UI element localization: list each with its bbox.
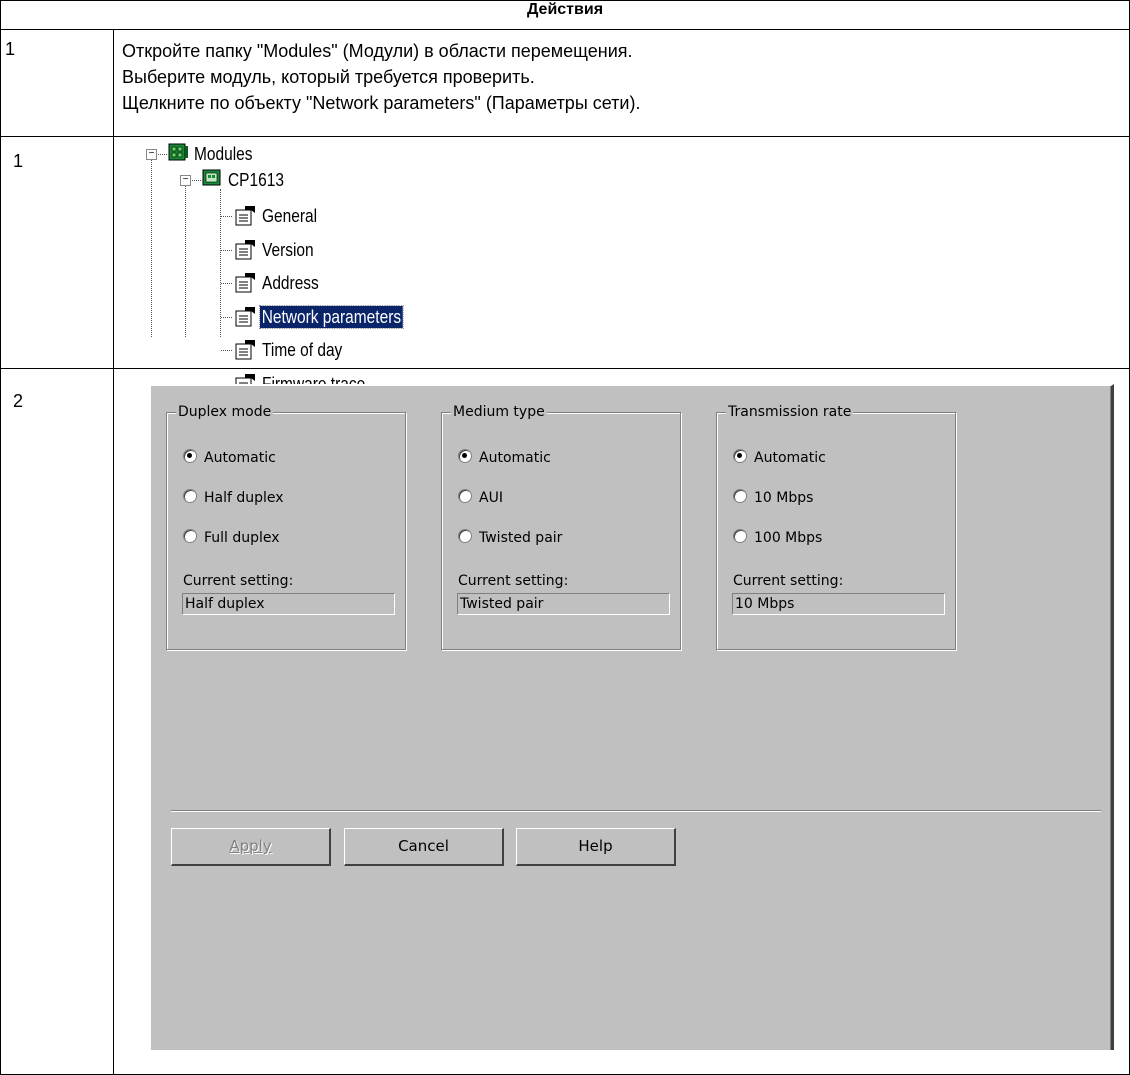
instruction-line: Щелкните по объекту "Network parameters"… (122, 93, 641, 113)
transmission-rate-group: Transmission rate Automatic 10 Mbps 100 … (716, 404, 956, 650)
modules-folder-icon (167, 141, 189, 163)
actions-table: Действия 1 Откройте папку "Modules" (Мод… (0, 0, 1130, 1075)
current-setting-label: Current setting: (733, 573, 844, 589)
radio-selected-icon (733, 449, 747, 463)
instruction-line: Откройте папку "Modules" (Модули) в обла… (122, 41, 633, 61)
radio-100-mbps[interactable]: 100 Mbps (733, 529, 822, 547)
tree-node-time-of-day[interactable]: Time of day (262, 339, 342, 361)
cancel-button[interactable]: Cancel (344, 828, 504, 866)
radio-rate-automatic[interactable]: Automatic (733, 449, 826, 467)
tree-node-version[interactable]: Version (262, 239, 314, 261)
step-instructions: Откройте папку "Modules" (Модули) в обла… (113, 29, 1130, 137)
tree-node-address[interactable]: Address (262, 272, 319, 294)
radio-selected-icon (458, 449, 472, 463)
current-setting-field: 10 Mbps (732, 593, 945, 615)
radio-aui[interactable]: AUI (458, 489, 503, 507)
radio-icon (733, 529, 747, 543)
collapse-toggle[interactable]: − (146, 149, 157, 160)
dialog-screenshot-cell: Duplex mode Automatic Half duplex Full d… (113, 368, 1130, 1075)
radio-duplex-automatic[interactable]: Automatic (183, 449, 276, 467)
group-title: Medium type (451, 404, 547, 420)
step-number: 1 (0, 136, 114, 369)
properties-icon (234, 239, 256, 261)
tree-screenshot-cell: − Modules − CP1613 General Version Addre… (113, 136, 1130, 394)
radio-icon (458, 529, 472, 543)
radio-twisted-pair[interactable]: Twisted pair (458, 529, 562, 547)
help-button[interactable]: Help (516, 828, 676, 866)
tree-node-general[interactable]: General (262, 205, 317, 227)
radio-10-mbps[interactable]: 10 Mbps (733, 489, 813, 507)
current-setting-label: Current setting: (458, 573, 569, 589)
current-setting-field: Half duplex (182, 593, 395, 615)
radio-icon (183, 529, 197, 543)
properties-icon (234, 339, 256, 361)
separator (171, 810, 1101, 812)
radio-full-duplex[interactable]: Full duplex (183, 529, 280, 547)
radio-icon (458, 489, 472, 503)
table-header: Действия (0, 0, 1130, 30)
properties-icon (234, 306, 256, 328)
apply-button[interactable]: Apply (171, 828, 331, 866)
tree-node-cp1613[interactable]: CP1613 (228, 169, 284, 191)
group-title: Transmission rate (726, 404, 854, 420)
medium-type-group: Medium type Automatic AUI Twisted pair C… (441, 404, 681, 650)
tree-node-modules[interactable]: Modules (194, 143, 253, 165)
radio-icon (733, 489, 747, 503)
network-parameters-dialog: Duplex mode Automatic Half duplex Full d… (149, 384, 1114, 1050)
radio-half-duplex[interactable]: Half duplex (183, 489, 284, 507)
collapse-toggle[interactable]: − (180, 175, 191, 186)
instruction-line: Выберите модуль, который требуется прове… (122, 67, 535, 87)
radio-icon (183, 489, 197, 503)
step-number: 1 (0, 29, 114, 137)
radio-medium-automatic[interactable]: Automatic (458, 449, 551, 467)
group-title: Duplex mode (176, 404, 274, 420)
tree-node-network-parameters[interactable]: Network parameters (259, 305, 404, 329)
properties-icon (234, 205, 256, 227)
current-setting-field: Twisted pair (457, 593, 670, 615)
radio-selected-icon (183, 449, 197, 463)
module-icon (201, 167, 223, 189)
step-number: 2 (0, 368, 114, 1075)
properties-icon (234, 272, 256, 294)
duplex-mode-group: Duplex mode Automatic Half duplex Full d… (166, 404, 406, 650)
current-setting-label: Current setting: (183, 573, 294, 589)
navigation-tree: − Modules − CP1613 General Version Addre… (114, 137, 1129, 394)
